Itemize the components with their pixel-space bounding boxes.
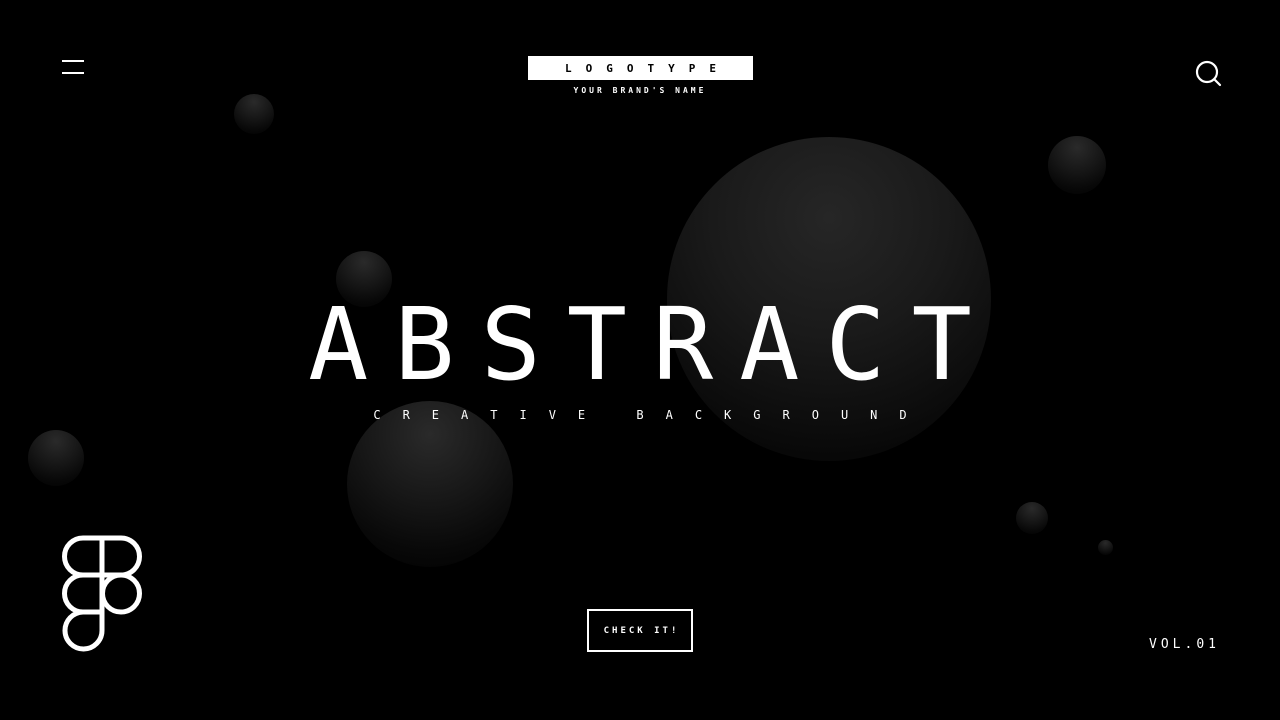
volume-label: VOL.01: [1149, 637, 1220, 652]
brand-name: YOUR BRAND'S NAME: [573, 86, 707, 95]
small-sphere: [1016, 502, 1048, 534]
hamburger-menu-icon[interactable]: [62, 60, 86, 76]
logotype[interactable]: LOGOTYPE: [528, 56, 753, 80]
hero-title: ABSTRACT: [308, 286, 998, 403]
search-icon[interactable]: [1194, 59, 1222, 87]
small-sphere: [28, 430, 84, 486]
small-sphere: [234, 94, 274, 134]
figma-logo-icon: [62, 535, 142, 653]
hero-subtitle: CREATIVE BACKGROUND: [373, 408, 929, 422]
medium-sphere: [347, 401, 513, 567]
small-sphere: [1048, 136, 1106, 194]
small-sphere: [1098, 540, 1113, 555]
check-it-button[interactable]: CHECK IT!: [587, 609, 693, 652]
